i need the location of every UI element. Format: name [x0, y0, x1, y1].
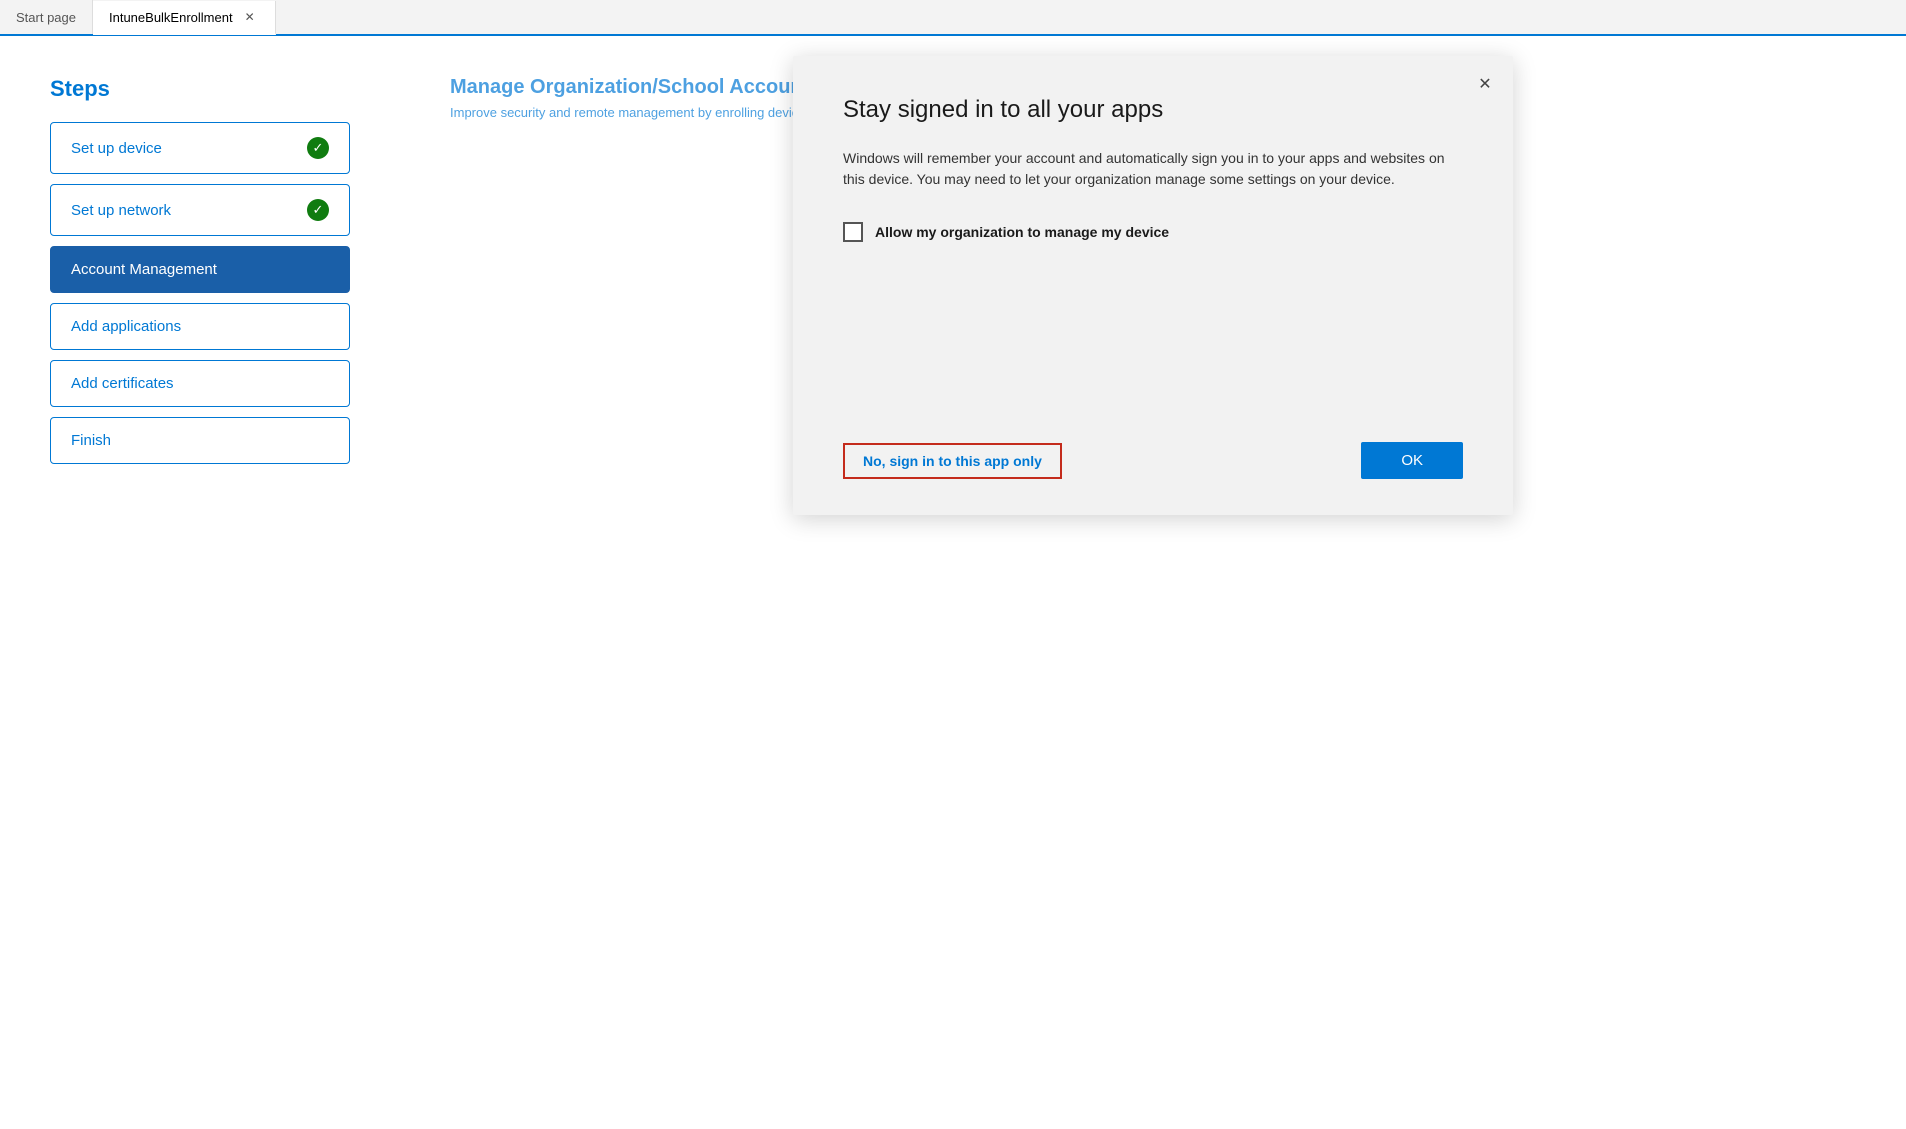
steps-title: Steps — [50, 76, 350, 102]
step-add-applications[interactable]: Add applications — [50, 303, 350, 350]
step-set-up-device-label: Set up device — [71, 140, 162, 157]
step-finish[interactable]: Finish — [50, 417, 350, 464]
dialog: ✕ Stay signed in to all your apps Window… — [793, 56, 1513, 515]
no-sign-in-button[interactable]: No, sign in to this app only — [843, 443, 1062, 479]
step-add-applications-label: Add applications — [71, 318, 181, 335]
checkbox-row: Allow my organization to manage my devic… — [843, 222, 1463, 242]
dialog-close-button[interactable]: ✕ — [1471, 70, 1499, 98]
right-content: Manage Organization/School Accounts Impr… — [400, 36, 1906, 1129]
step-set-up-network-check: ✓ — [307, 199, 329, 221]
step-set-up-device[interactable]: Set up device ✓ — [50, 122, 350, 174]
dialog-title: Stay signed in to all your apps — [843, 96, 1463, 124]
tab-start-page-label: Start page — [16, 10, 76, 25]
step-account-management[interactable]: Account Management — [50, 246, 350, 293]
step-add-certificates-label: Add certificates — [71, 375, 174, 392]
sidebar: Steps Set up device ✓ Set up network ✓ A… — [0, 36, 400, 1129]
close-icon: ✕ — [1478, 74, 1491, 94]
tab-start-page[interactable]: Start page — [0, 0, 93, 34]
dialog-body: Windows will remember your account and a… — [843, 148, 1463, 190]
step-set-up-network[interactable]: Set up network ✓ — [50, 184, 350, 236]
title-bar: Start page IntuneBulkEnrollment ✕ — [0, 0, 1906, 36]
manage-device-checkbox[interactable] — [843, 222, 863, 242]
dialog-footer: No, sign in to this app only OK — [843, 442, 1463, 479]
step-account-management-label: Account Management — [71, 261, 217, 278]
step-set-up-device-check: ✓ — [307, 137, 329, 159]
tab-intune-bulk[interactable]: IntuneBulkEnrollment ✕ — [93, 1, 276, 35]
step-set-up-network-label: Set up network — [71, 202, 171, 219]
checkbox-label: Allow my organization to manage my devic… — [875, 224, 1169, 240]
ok-button[interactable]: OK — [1361, 442, 1463, 479]
step-finish-label: Finish — [71, 432, 111, 449]
main-content: Steps Set up device ✓ Set up network ✓ A… — [0, 36, 1906, 1129]
step-add-certificates[interactable]: Add certificates — [50, 360, 350, 407]
tab-close-icon[interactable]: ✕ — [241, 8, 259, 26]
dialog-overlay: ✕ Stay signed in to all your apps Window… — [400, 36, 1906, 1129]
tab-intune-bulk-label: IntuneBulkEnrollment — [109, 10, 233, 25]
